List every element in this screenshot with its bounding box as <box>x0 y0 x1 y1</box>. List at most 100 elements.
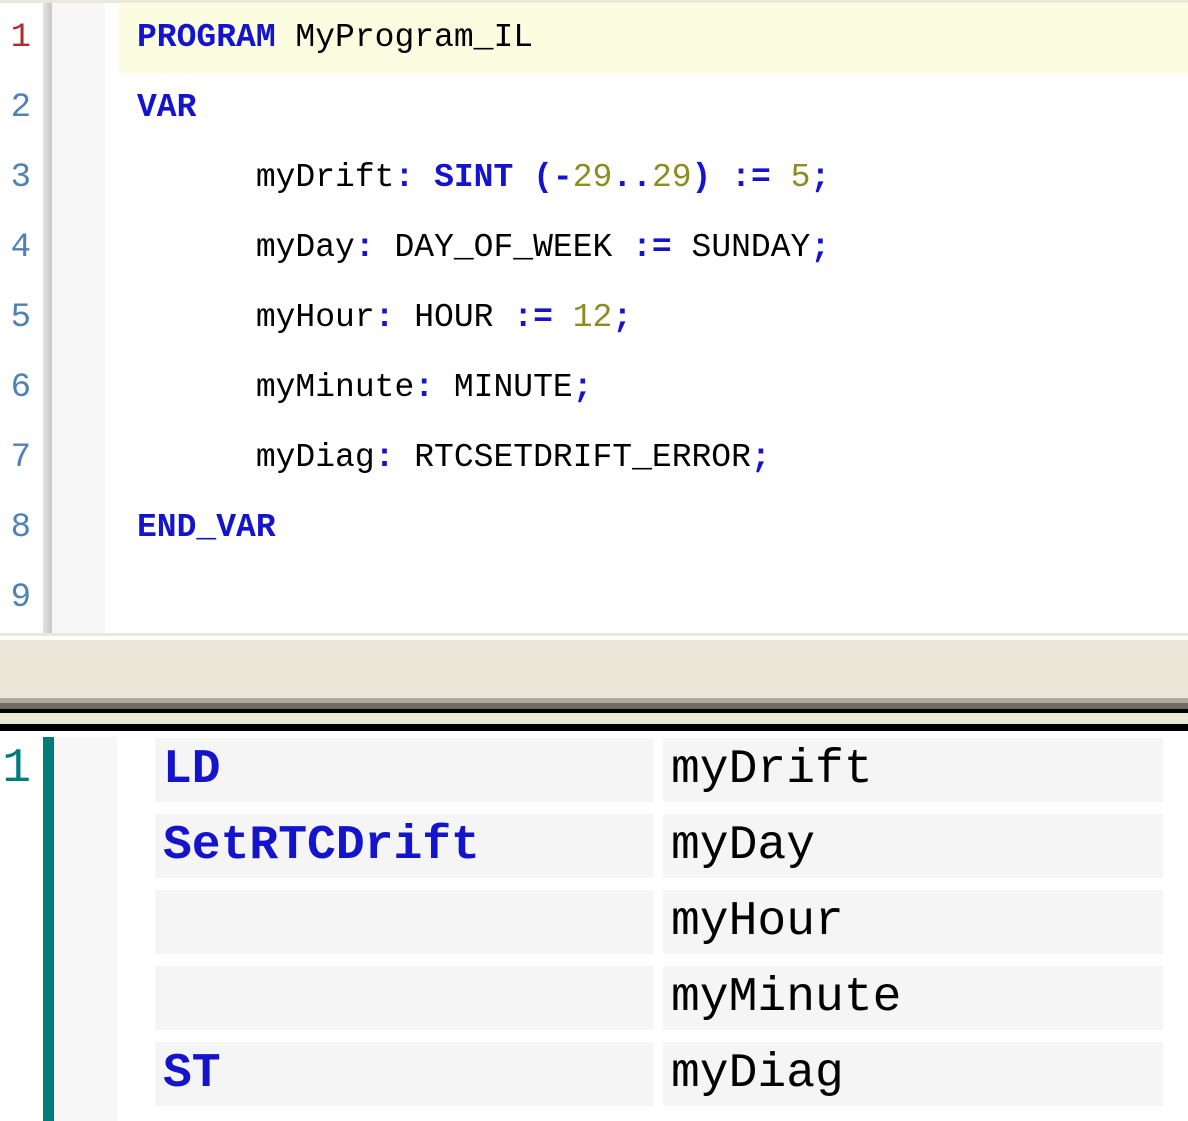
code-token: := <box>612 229 671 266</box>
breakpoint-gutter[interactable] <box>52 143 105 213</box>
code-line[interactable]: myMinute: MINUTE; <box>119 353 1188 423</box>
line-number: 1 <box>0 3 43 73</box>
code-column: PROGRAM MyProgram_IL <box>105 3 1188 73</box>
il-cell-gap <box>654 966 663 1030</box>
il-left-margin <box>117 737 155 1121</box>
code-token: ; <box>751 439 771 476</box>
code-token: myDay <box>137 229 355 266</box>
il-cell-gap <box>654 738 663 802</box>
pou-editor-window: 1 PROGRAM MyProgram_IL2VAR3 myDrift: SINT… <box>0 0 1188 1121</box>
line-number: 8 <box>0 493 43 563</box>
il-breakpoint-gutter[interactable] <box>54 737 117 1121</box>
il-active-marker-bar <box>43 737 54 1121</box>
il-cell-gap <box>654 1042 663 1106</box>
code-token: END_VAR <box>137 509 276 546</box>
code-line[interactable]: PROGRAM MyProgram_IL <box>119 3 1188 73</box>
il-instruction-row: LDmyDrift <box>155 738 1188 802</box>
splitter-band <box>0 713 1188 724</box>
code-line[interactable]: END_VAR <box>119 493 1188 563</box>
code-token: 29 <box>652 159 692 196</box>
code-line-row: 4 myDay: DAY_OF_WEEK := SUNDAY; <box>0 213 1188 283</box>
code-token: VAR <box>137 89 196 126</box>
code-token: myHour <box>137 299 375 336</box>
il-operand-cell[interactable]: myMinute <box>663 966 1163 1030</box>
code-token: 5 <box>771 159 811 196</box>
il-operator-cell[interactable]: LD <box>155 738 654 802</box>
gutter-divider <box>43 3 52 73</box>
breakpoint-gutter[interactable] <box>52 563 105 633</box>
il-instruction-row: STmyDiag <box>155 1042 1188 1106</box>
code-token: myMinute <box>137 369 414 406</box>
breakpoint-gutter[interactable] <box>52 213 105 283</box>
il-implementation-editor: 1 LDmyDriftSetRTCDriftmyDaymyHourmyMinut… <box>0 737 1188 1121</box>
code-line-row: 7 myDiag: RTCSETDRIFT_ERROR; <box>0 423 1188 493</box>
code-column <box>105 563 1188 633</box>
il-instruction-row: myMinute <box>155 966 1188 1030</box>
il-instruction-row: myHour <box>155 890 1188 954</box>
line-number: 3 <box>0 143 43 213</box>
gutter-divider <box>43 353 52 423</box>
code-column: myDay: DAY_OF_WEEK := SUNDAY; <box>105 213 1188 283</box>
code-line-row: 2VAR <box>0 73 1188 143</box>
il-right-margin <box>1163 814 1188 878</box>
code-token: := <box>493 299 552 336</box>
gutter-divider <box>43 563 52 633</box>
il-operand-cell[interactable]: myDiag <box>663 1042 1163 1106</box>
il-cell-gap <box>654 814 663 878</box>
code-line[interactable]: myDay: DAY_OF_WEEK := SUNDAY; <box>119 213 1188 283</box>
code-line[interactable]: VAR <box>119 73 1188 143</box>
code-token: HOUR <box>394 299 493 336</box>
il-operand-cell[interactable]: myHour <box>663 890 1163 954</box>
breakpoint-gutter[interactable] <box>52 353 105 423</box>
code-token: PROGRAM <box>137 19 276 56</box>
breakpoint-gutter[interactable] <box>52 423 105 493</box>
il-right-margin <box>1163 1042 1188 1106</box>
breakpoint-gutter[interactable] <box>52 283 105 353</box>
il-instruction-rows: LDmyDriftSetRTCDriftmyDaymyHourmyMinuteS… <box>155 737 1188 1121</box>
code-token: ; <box>810 159 830 196</box>
code-line[interactable]: myDiag: RTCSETDRIFT_ERROR; <box>119 423 1188 493</box>
code-line[interactable]: myHour: HOUR := 12; <box>119 283 1188 353</box>
il-operator-cell[interactable] <box>155 890 654 954</box>
code-line[interactable]: myDrift: SINT (-29..29) := 5; <box>119 143 1188 213</box>
gutter-divider <box>43 423 52 493</box>
code-token: ; <box>612 299 632 336</box>
il-operator-cell[interactable] <box>155 966 654 1030</box>
code-token: .. <box>612 159 652 196</box>
code-line-row: 3 myDrift: SINT (-29..29) := 5; <box>0 143 1188 213</box>
code-token: 29 <box>573 159 613 196</box>
il-operator-cell[interactable]: SetRTCDrift <box>155 814 654 878</box>
line-number: 5 <box>0 283 43 353</box>
il-right-margin <box>1163 966 1188 1030</box>
code-token: ; <box>810 229 830 266</box>
splitter-band <box>0 640 1188 698</box>
il-line-number: 1 <box>0 737 43 1121</box>
code-line-row: 9 <box>0 563 1188 633</box>
code-line-row: 5 myHour: HOUR := 12; <box>0 283 1188 353</box>
line-number: 9 <box>0 563 43 633</box>
code-token: myDrift <box>137 159 394 196</box>
code-column: myDiag: RTCSETDRIFT_ERROR; <box>105 423 1188 493</box>
code-column: myMinute: MINUTE; <box>105 353 1188 423</box>
il-cell-gap <box>654 890 663 954</box>
code-line[interactable] <box>119 563 1188 633</box>
il-operand-cell[interactable]: myDay <box>663 814 1163 878</box>
code-token: (- <box>513 159 572 196</box>
code-token: 12 <box>553 299 612 336</box>
code-token: DAY_OF_WEEK <box>375 229 613 266</box>
code-line-row: 1 PROGRAM MyProgram_IL <box>0 3 1188 73</box>
il-operand-cell[interactable]: myDrift <box>663 738 1163 802</box>
breakpoint-gutter[interactable] <box>52 3 105 73</box>
line-number: 7 <box>0 423 43 493</box>
declaration-editor: 1 PROGRAM MyProgram_IL2VAR3 myDrift: SINT… <box>0 0 1188 632</box>
gutter-divider <box>43 283 52 353</box>
editor-splitter[interactable] <box>0 632 1188 737</box>
splitter-edge <box>0 724 1188 731</box>
il-right-margin <box>1163 890 1188 954</box>
code-line-row: 8 END_VAR <box>0 493 1188 563</box>
il-operator-cell[interactable]: ST <box>155 1042 654 1106</box>
breakpoint-gutter[interactable] <box>52 73 105 143</box>
line-number: 6 <box>0 353 43 423</box>
breakpoint-gutter[interactable] <box>52 493 105 563</box>
gutter-divider <box>43 213 52 283</box>
